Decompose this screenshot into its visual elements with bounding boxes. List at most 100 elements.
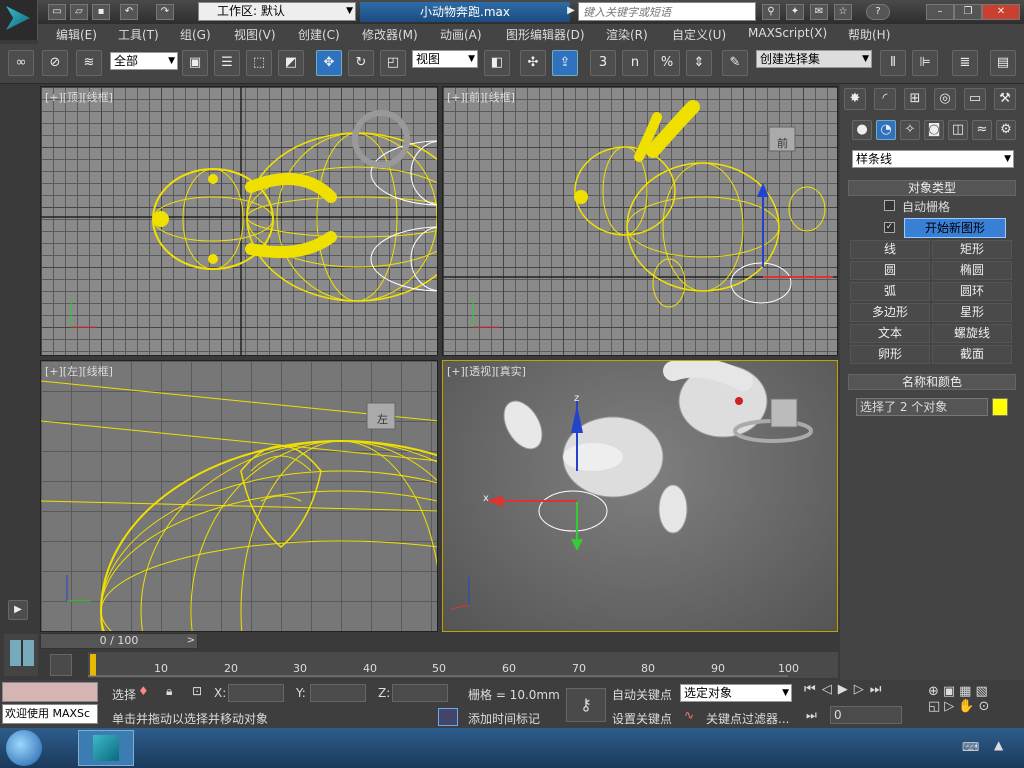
keyboard-shortcut-icon[interactable]: ⇪ xyxy=(552,50,578,76)
object-type-rollout[interactable]: 对象类型 xyxy=(848,180,1016,196)
viewport-perspective[interactable]: x z [+][透视][真实] xyxy=(442,360,838,632)
select-object-icon[interactable]: ▣ xyxy=(182,50,208,76)
binoculars-icon[interactable]: ⚲ xyxy=(762,4,780,20)
circle-button[interactable]: 圆 xyxy=(850,261,930,280)
motion-tab-icon[interactable]: ◎ xyxy=(934,88,956,110)
percent-snap-icon[interactable]: % xyxy=(654,50,680,76)
select-move-icon[interactable]: ✥ xyxy=(316,50,342,76)
search-input[interactable]: 键入关键字或短语 xyxy=(578,2,756,21)
set-key-button[interactable]: 设置关键点 xyxy=(612,710,672,727)
menu-rendering[interactable]: 渲染(R) xyxy=(606,26,648,43)
isolate-icon[interactable]: ♦ xyxy=(138,684,149,698)
utilities-tab-icon[interactable]: ⚒ xyxy=(994,88,1016,110)
menu-animation[interactable]: 动画(A) xyxy=(440,26,482,43)
viewport-front-label[interactable]: [+][前][线框] xyxy=(447,89,515,105)
arc-button[interactable]: 弧 xyxy=(850,282,930,301)
viewport-top[interactable]: [+][顶][线框] xyxy=(40,86,438,356)
object-color-swatch[interactable] xyxy=(992,398,1008,416)
menu-modifiers[interactable]: 修改器(M) xyxy=(362,26,418,43)
modify-tab-icon[interactable]: ◜ xyxy=(874,88,896,110)
edit-named-selection-icon[interactable]: ✎ xyxy=(722,50,748,76)
open-file-icon[interactable]: ▱ xyxy=(70,4,88,20)
close-icon[interactable]: ✕ xyxy=(982,4,1020,20)
menu-group[interactable]: 组(G) xyxy=(180,26,211,43)
community-icon[interactable]: ✉ xyxy=(810,4,828,20)
geometry-icon[interactable]: ● xyxy=(852,120,872,140)
menu-edit[interactable]: 编辑(E) xyxy=(56,26,97,43)
expand-panel-icon[interactable]: ▶ xyxy=(8,600,28,620)
cameras-icon[interactable]: ◙ xyxy=(924,120,944,140)
display-tab-icon[interactable]: ▭ xyxy=(964,88,986,110)
menu-help[interactable]: 帮助(H) xyxy=(848,26,890,43)
start-new-shape-checkbox[interactable]: ✓ xyxy=(884,222,895,233)
select-rotate-icon[interactable]: ↻ xyxy=(348,50,374,76)
help-icon[interactable]: ? xyxy=(866,4,890,20)
new-file-icon[interactable]: ▭ xyxy=(48,4,66,20)
set-key-icon[interactable]: ⚷ xyxy=(566,688,606,722)
viewport-layout-icon[interactable] xyxy=(4,634,38,676)
volume-tray-icon[interactable]: ▲ xyxy=(994,738,1003,752)
add-time-tag[interactable]: 添加时间标记 xyxy=(468,710,540,727)
minimize-icon[interactable]: – xyxy=(926,4,954,20)
restore-icon[interactable]: ❐ xyxy=(954,4,982,20)
current-frame-field[interactable]: 0 xyxy=(830,706,902,724)
spacewarps-icon[interactable]: ≈ xyxy=(972,120,992,140)
snap-toggle-icon[interactable]: 3 xyxy=(590,50,616,76)
select-by-name-icon[interactable]: ☰ xyxy=(214,50,240,76)
viewport-nav-controls[interactable]: ⊕▣▦▧ ◱▷✋⊙ xyxy=(928,684,1018,724)
x-coord-field[interactable] xyxy=(228,684,284,702)
section-button[interactable]: 截面 xyxy=(932,345,1012,364)
systems-icon[interactable]: ⚙ xyxy=(996,120,1016,140)
donut-button[interactable]: 圆环 xyxy=(932,282,1012,301)
menu-maxscript[interactable]: MAXScript(X) xyxy=(748,26,827,40)
key-filters-button[interactable]: 关键点过滤器... xyxy=(706,710,789,727)
menu-create[interactable]: 创建(C) xyxy=(298,26,340,43)
time-next-icon[interactable]: > xyxy=(184,633,198,649)
helpers-icon[interactable]: ◫ xyxy=(948,120,968,140)
ellipse-button[interactable]: 椭圆 xyxy=(932,261,1012,280)
workspace-dropdown[interactable]: 工作区: 默认 xyxy=(198,2,356,21)
viewcube-front-label[interactable]: 前 xyxy=(777,135,788,151)
time-tag-icon[interactable] xyxy=(438,708,458,726)
ngon-button[interactable]: 多边形 xyxy=(850,303,930,322)
rectangle-button[interactable]: 矩形 xyxy=(932,240,1012,259)
curve-editor-icon[interactable] xyxy=(50,654,72,676)
viewcube-left-label[interactable]: 左 xyxy=(377,411,388,427)
auto-key-button[interactable]: 自动关键点 xyxy=(612,686,672,703)
start-new-shape-button[interactable]: 开始新图形 xyxy=(904,218,1006,238)
save-file-icon[interactable]: ▪ xyxy=(92,4,110,20)
redo-icon[interactable]: ↷ xyxy=(156,4,174,20)
maxscript-listener-mini[interactable] xyxy=(2,682,98,702)
named-selection-dropdown[interactable]: 创建选择集 xyxy=(756,50,872,68)
menu-tools[interactable]: 工具(T) xyxy=(118,26,159,43)
text-button[interactable]: 文本 xyxy=(850,324,930,343)
app-logo[interactable] xyxy=(0,0,38,40)
viewport-left-label[interactable]: [+][左][线框] xyxy=(45,363,113,379)
wrench-icon[interactable]: ✦ xyxy=(786,4,804,20)
mirror-icon[interactable]: ⫴ xyxy=(880,50,906,76)
graphite-tools-icon[interactable]: ▤ xyxy=(990,50,1016,76)
favorites-star-icon[interactable]: ☆ xyxy=(834,4,852,20)
key-curve-icon[interactable]: ∿ xyxy=(684,708,694,722)
auto-grid-checkbox[interactable] xyxy=(884,200,895,211)
taskbar-3dsmax[interactable] xyxy=(78,730,134,766)
y-coord-field[interactable] xyxy=(310,684,366,702)
menu-graph-editors[interactable]: 图形编辑器(D) xyxy=(506,26,585,43)
viewport-perspective-label[interactable]: [+][透视][真实] xyxy=(447,363,526,379)
helix-button[interactable]: 螺旋线 xyxy=(932,324,1012,343)
lights-icon[interactable]: ✧ xyxy=(900,120,920,140)
key-mode-dropdown[interactable]: 选定对象 xyxy=(680,684,792,702)
absolute-mode-icon[interactable]: ⊡ xyxy=(192,684,202,698)
bind-spacewarp-icon[interactable]: ≋ xyxy=(76,50,102,76)
star-button[interactable]: 星形 xyxy=(932,303,1012,322)
menu-view[interactable]: 视图(V) xyxy=(234,26,276,43)
playback-controls[interactable]: ⏮◁▶▷⏭ xyxy=(804,682,920,702)
window-crossing-icon[interactable]: ◩ xyxy=(278,50,304,76)
time-slider[interactable]: 0 / 100 xyxy=(40,633,198,649)
manipulate-icon[interactable]: ✣ xyxy=(520,50,546,76)
project-folder-icon[interactable] xyxy=(190,4,196,20)
track-bar[interactable]: 10 20 30 40 50 60 70 80 90 100 xyxy=(88,652,838,678)
lock-selection-icon[interactable]: 🔒︎ xyxy=(166,684,172,699)
category-dropdown[interactable]: 样条线 xyxy=(852,150,1014,168)
shapes-icon[interactable]: ◔ xyxy=(876,120,896,140)
